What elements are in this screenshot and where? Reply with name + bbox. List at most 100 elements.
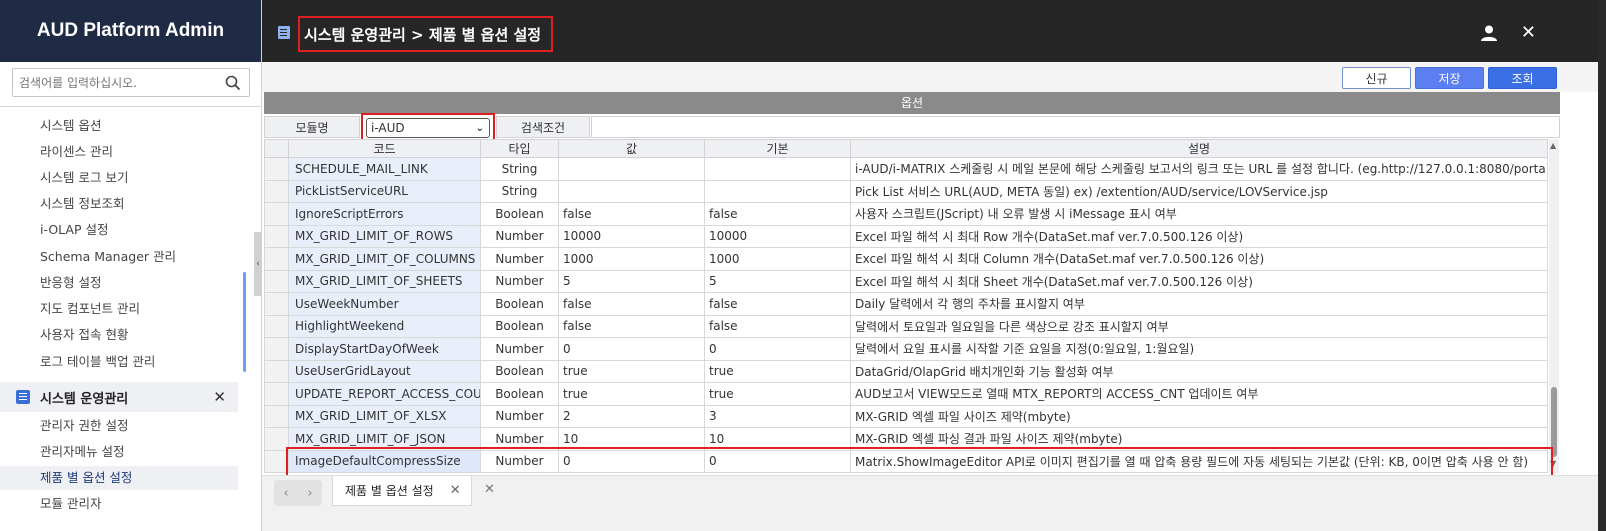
sidebar-scrollbar[interactable] xyxy=(243,272,246,372)
cell-description[interactable]: i-AUD/i-MATRIX 스케줄링 시 메일 본문에 해당 스케줄링 보고서… xyxy=(850,157,1548,181)
cell-code[interactable]: DisplayStartDayOfWeek xyxy=(288,337,481,361)
close-all-tabs-icon[interactable]: ✕ xyxy=(484,482,495,497)
cell-code[interactable]: IgnoreScriptErrors xyxy=(288,202,481,226)
row-header[interactable] xyxy=(264,292,289,316)
cell-code[interactable]: MX_GRID_LIMIT_OF_SHEETS xyxy=(288,269,481,293)
cell-value[interactable]: 2 xyxy=(558,404,705,428)
tab-next-icon[interactable]: › xyxy=(307,486,312,501)
cell-value[interactable]: false xyxy=(558,292,705,316)
cell-value[interactable]: 5 xyxy=(558,269,705,293)
sidebar-item[interactable]: 시스템 로그 보기 xyxy=(40,166,238,190)
cell-code[interactable]: UPDATE_REPORT_ACCESS_COUNT xyxy=(288,382,481,406)
cell-type[interactable]: Boolean xyxy=(480,202,559,226)
cell-code[interactable]: MX_GRID_LIMIT_OF_JSON xyxy=(288,427,481,451)
table-row[interactable]: SCHEDULE_MAIL_LINK String i-AUD/i-MATRIX 스… xyxy=(264,157,1548,181)
cell-default[interactable]: 10 xyxy=(704,427,851,451)
grid-scroll-thumb[interactable] xyxy=(1551,387,1557,457)
tab-prev-icon[interactable]: ‹ xyxy=(283,486,288,501)
row-header[interactable] xyxy=(264,179,289,203)
cell-default[interactable] xyxy=(704,179,851,203)
cell-value[interactable]: false xyxy=(558,314,705,338)
table-row[interactable]: MX_GRID_LIMIT_OF_XLSX Number 2 3 MX-GRID 엑셀 … xyxy=(264,404,1548,428)
column-header-description[interactable]: 설명 xyxy=(850,139,1548,158)
cell-type[interactable]: String xyxy=(480,157,559,181)
cell-default[interactable]: 10000 xyxy=(704,224,851,248)
scroll-up-icon[interactable]: ▲ xyxy=(1550,141,1556,150)
table-row[interactable]: ImageDefaultCompressSize Number 0 0 Matrix.S… xyxy=(264,449,1548,473)
cell-description[interactable]: Daily 달력에서 각 행의 주차를 표시할지 여부 xyxy=(850,292,1548,316)
cell-type[interactable]: Number xyxy=(480,247,559,271)
sidebar-item[interactable]: 지도 컴포넌트 관리 xyxy=(40,297,238,321)
sidebar-item-active[interactable]: 제품 별 옵션 설정 xyxy=(0,466,238,490)
row-header[interactable] xyxy=(264,337,289,361)
cell-default[interactable]: 5 xyxy=(704,269,851,293)
cell-description[interactable]: Matrix.ShowImageEditor API로 이미지 편집기를 열 때… xyxy=(850,449,1548,473)
tab-options-setting[interactable]: 제품 별 옵션 설정 ✕ xyxy=(332,476,472,506)
row-header[interactable] xyxy=(264,314,289,338)
row-header[interactable] xyxy=(264,359,289,383)
table-row[interactable]: HighlightWeekend Boolean false false 달력에서 토요… xyxy=(264,314,1548,338)
cell-description[interactable]: 달력에서 토요일과 일요일을 다른 색상으로 강조 표시할지 여부 xyxy=(850,314,1548,338)
cell-type[interactable]: Number xyxy=(480,269,559,293)
cell-code[interactable]: PickListServiceURL xyxy=(288,179,481,203)
cell-value[interactable]: 10 xyxy=(558,427,705,451)
cell-type[interactable]: Number xyxy=(480,449,559,473)
cell-code[interactable]: MX_GRID_LIMIT_OF_COLUMNS xyxy=(288,247,481,271)
new-button[interactable]: 신규 xyxy=(1342,67,1411,89)
sidebar-item[interactable]: 시스템 정보조회 xyxy=(40,192,238,216)
cell-code[interactable]: UseWeekNumber xyxy=(288,292,481,316)
row-header[interactable] xyxy=(264,427,289,451)
sidebar-item[interactable]: 관리자 권한 설정 xyxy=(40,414,238,438)
sidebar-item[interactable]: 반응형 설정 xyxy=(40,271,238,295)
cell-value[interactable]: 1000 xyxy=(558,247,705,271)
menu-group-system-ops[interactable]: 시스템 운영관리 ✕ xyxy=(0,382,238,412)
cell-type[interactable]: String xyxy=(480,179,559,203)
cell-default[interactable]: 0 xyxy=(704,337,851,361)
cell-description[interactable]: AUD보고서 VIEW모드로 열때 MTX_REPORT의 ACCESS_CNT… xyxy=(850,382,1548,406)
cell-code[interactable]: HighlightWeekend xyxy=(288,314,481,338)
cell-description[interactable]: MX-GRID 엑셀 파싱 결과 파일 사이즈 제약(mbyte) xyxy=(850,427,1548,451)
cell-value[interactable]: 10000 xyxy=(558,224,705,248)
cell-default[interactable]: true xyxy=(704,382,851,406)
column-header-default[interactable]: 기본 xyxy=(704,139,851,158)
row-header[interactable] xyxy=(264,247,289,271)
table-row[interactable]: MX_GRID_LIMIT_OF_SHEETS Number 5 5 Excel 파일 … xyxy=(264,269,1548,293)
cell-type[interactable]: Number xyxy=(480,337,559,361)
table-row[interactable]: IgnoreScriptErrors Boolean false false 사용자 스… xyxy=(264,202,1548,226)
collapse-handle[interactable]: ‹ xyxy=(254,232,262,296)
sidebar-item[interactable]: 관리자메뉴 설정 xyxy=(40,440,238,464)
cell-value[interactable]: false xyxy=(558,202,705,226)
table-row[interactable]: MX_GRID_LIMIT_OF_ROWS Number 10000 10000 Exc… xyxy=(264,224,1548,248)
menu-search-box[interactable] xyxy=(12,68,250,97)
cell-description[interactable]: 사용자 스크립트(JScript) 내 오류 발생 시 iMessage 표시 … xyxy=(850,202,1548,226)
table-row[interactable]: DisplayStartDayOfWeek Number 0 0 달력에서 요일 표시를… xyxy=(264,337,1548,361)
sidebar-item[interactable]: Schema Manager 관리 xyxy=(40,245,238,269)
column-header-type[interactable]: 타입 xyxy=(480,139,559,158)
cell-value[interactable]: true xyxy=(558,382,705,406)
cell-type[interactable]: Boolean xyxy=(480,292,559,316)
row-header[interactable] xyxy=(264,449,289,473)
cell-description[interactable]: Pick List 서비스 URL(AUD, META 동일) ex) /ext… xyxy=(850,179,1548,203)
cell-type[interactable]: Number xyxy=(480,224,559,248)
cell-type[interactable]: Boolean xyxy=(480,359,559,383)
sidebar-item[interactable]: 라이센스 관리 xyxy=(40,140,238,164)
cell-code[interactable]: SCHEDULE_MAIL_LINK xyxy=(288,157,481,181)
cell-value[interactable]: 0 xyxy=(558,337,705,361)
cell-type[interactable]: Number xyxy=(480,427,559,451)
cell-description[interactable]: Excel 파일 해석 시 최대 Column 개수(DataSet.maf v… xyxy=(850,247,1548,271)
scroll-down-icon[interactable]: ▼ xyxy=(1550,459,1556,468)
cell-value[interactable]: true xyxy=(558,359,705,383)
close-icon[interactable]: ✕ xyxy=(213,388,226,406)
row-header[interactable] xyxy=(264,157,289,181)
sidebar-item[interactable]: 사용자 접속 현황 xyxy=(40,323,238,347)
close-icon[interactable]: ✕ xyxy=(450,483,461,498)
module-select[interactable]: i-AUD ⌄ xyxy=(366,118,490,138)
user-icon[interactable] xyxy=(1480,24,1498,42)
row-header[interactable] xyxy=(264,224,289,248)
cell-description[interactable]: Excel 파일 해석 시 최대 Row 개수(DataSet.maf ver.… xyxy=(850,224,1548,248)
cell-type[interactable]: Boolean xyxy=(480,314,559,338)
cell-type[interactable]: Number xyxy=(480,404,559,428)
cell-default[interactable]: false xyxy=(704,314,851,338)
cell-value[interactable]: 0 xyxy=(558,449,705,473)
cell-default[interactable]: true xyxy=(704,359,851,383)
